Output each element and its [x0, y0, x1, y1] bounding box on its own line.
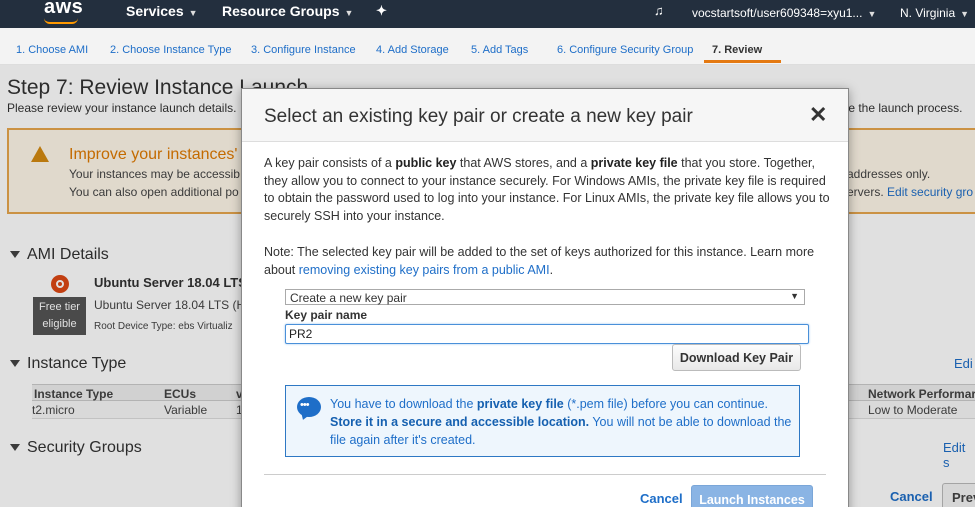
info-text: You have to download the private key fil…: [330, 395, 796, 449]
key-pair-action-select[interactable]: Create a new key pair ▼: [285, 289, 805, 305]
wizard-step-configure-security-group[interactable]: 6. Configure Security Group: [557, 44, 693, 56]
wizard-step-review[interactable]: 7. Review: [712, 44, 762, 56]
dialog-cancel-button[interactable]: Cancel: [640, 491, 683, 506]
services-label: Services: [126, 3, 184, 19]
region-label: N. Virginia: [900, 6, 956, 20]
explanation-bold: public key: [395, 156, 457, 170]
chevron-down-icon: ▼: [344, 8, 354, 18]
explanation-bold: private key file: [590, 156, 678, 170]
select-value: Create a new key pair: [290, 291, 407, 305]
services-menu[interactable]: Services ▼: [126, 3, 198, 19]
key-pair-name-input[interactable]: [285, 324, 809, 344]
chat-bubble-icon: [297, 397, 321, 417]
resource-groups-menu[interactable]: Resource Groups ▼: [222, 3, 353, 19]
close-icon[interactable]: ✕: [809, 104, 827, 126]
info-text-part: (*.pem file) before you can continue.: [563, 397, 769, 411]
pin-icon[interactable]: ✦: [376, 3, 387, 19]
account-label: vocstartsoft/user609348=xyu1...: [692, 6, 863, 20]
key-pair-explanation: A key pair consists of a public key that…: [264, 155, 830, 225]
dialog-divider: [264, 474, 826, 475]
wizard-step-choose-instance-type[interactable]: 2. Choose Instance Type: [110, 44, 232, 56]
region-menu[interactable]: N. Virginia ▼: [900, 6, 969, 20]
info-text-part: You have to download the: [330, 397, 477, 411]
chevron-down-icon: ▼: [867, 9, 877, 19]
key-pair-name-label: Key pair name: [285, 308, 368, 322]
wizard-step-choose-ami[interactable]: 1. Choose AMI: [16, 44, 88, 56]
aws-logo[interactable]: aws: [44, 0, 83, 19]
top-nav-bar: aws Services ▼ Resource Groups ▼ ✦ ♫ vocst…: [0, 0, 975, 28]
dialog-title: Select an existing key pair or create a …: [264, 106, 693, 127]
remove-key-pairs-link[interactable]: removing existing key pairs from a publi…: [299, 263, 550, 277]
bell-icon[interactable]: ♫: [654, 3, 664, 18]
explanation-text: that AWS stores, and a: [456, 156, 591, 170]
note-text: .: [549, 262, 554, 277]
wizard-steps: 1. Choose AMI 2. Choose Instance Type 3.…: [0, 28, 975, 65]
dropdown-arrow-icon: ▼: [790, 291, 799, 301]
account-menu[interactable]: vocstartsoft/user609348=xyu1... ▼: [692, 6, 876, 20]
chevron-down-icon: ▼: [960, 9, 970, 19]
launch-instances-button[interactable]: Launch Instances: [691, 485, 813, 507]
key-pair-note: Note: The selected key pair will be adde…: [264, 244, 830, 279]
aws-logo-smile: [44, 18, 78, 24]
info-text-bold: private key file: [476, 397, 564, 411]
wizard-step-configure-instance[interactable]: 3. Configure Instance: [251, 44, 356, 56]
key-pair-dialog: Select an existing key pair or create a …: [241, 88, 849, 507]
resource-groups-label: Resource Groups: [222, 3, 340, 19]
explanation-text: A key pair consists of a: [264, 156, 396, 170]
wizard-step-add-tags[interactable]: 5. Add Tags: [471, 44, 528, 56]
info-text-bold: Store it in a secure and accessible loca…: [330, 415, 590, 429]
wizard-step-add-storage[interactable]: 4. Add Storage: [376, 44, 449, 56]
download-key-pair-button[interactable]: Download Key Pair: [672, 344, 801, 371]
download-info-box: You have to download the private key fil…: [285, 385, 800, 457]
active-step-indicator: [704, 60, 781, 63]
chevron-down-icon: ▼: [188, 8, 198, 18]
dialog-header: Select an existing key pair or create a …: [242, 89, 848, 142]
